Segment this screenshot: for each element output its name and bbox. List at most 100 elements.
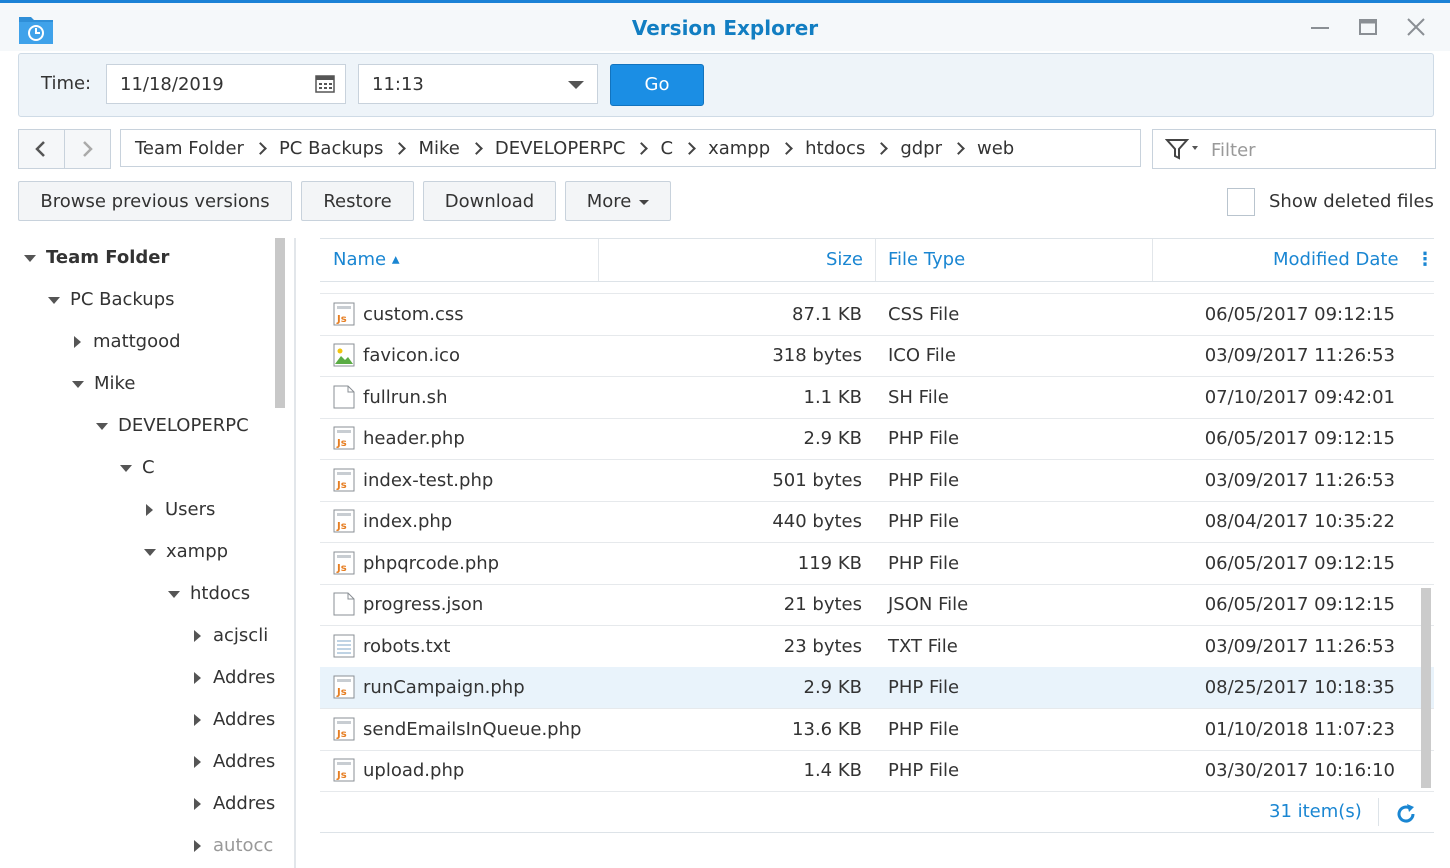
code-file-icon: Js: [333, 758, 355, 782]
collapse-caret-icon[interactable]: [146, 504, 153, 516]
column-divider[interactable]: [598, 239, 599, 281]
expand-caret-icon[interactable]: [144, 548, 156, 556]
chevron-right-icon: [952, 141, 965, 155]
tree-item-folder[interactable]: Addres: [194, 667, 275, 697]
breadcrumb-item[interactable]: htdocs: [805, 138, 865, 159]
table-row[interactable]: Js phpqrcode.php 119 KB PHP File 06/05/2…: [320, 543, 1434, 585]
expand-caret-icon[interactable]: [72, 380, 84, 388]
tree-item-folder[interactable]: autocc: [194, 835, 273, 865]
collapse-caret-icon[interactable]: [194, 756, 201, 768]
tree-scrollbar[interactable]: [275, 238, 285, 408]
file-name: header.php: [363, 428, 465, 449]
table-row[interactable]: Js upload.php 1.4 KB PHP File 03/30/2017…: [320, 750, 1434, 792]
date-picker[interactable]: 11/18/2019: [106, 64, 346, 104]
column-divider[interactable]: [875, 239, 876, 281]
minimize-icon[interactable]: [1308, 15, 1332, 39]
breadcrumb-item[interactable]: DEVELOPERPC: [495, 138, 626, 159]
tree-item-folder[interactable]: acjscli: [194, 625, 268, 655]
tree-item-c[interactable]: C: [120, 457, 155, 487]
tree-item-users[interactable]: Users: [146, 499, 215, 529]
code-file-icon: Js: [333, 509, 355, 533]
expand-caret-icon[interactable]: [48, 296, 60, 304]
time-dropdown[interactable]: 11:13: [358, 64, 598, 104]
file-size: 13.6 KB: [792, 719, 862, 740]
tree-item-label: PC Backups: [70, 289, 175, 310]
table-row[interactable]: Js sendEmailsInQueue.php 13.6 KB PHP Fil…: [320, 709, 1434, 751]
browse-previous-versions-button[interactable]: Browse previous versions: [18, 181, 292, 221]
svg-text:Js: Js: [336, 687, 347, 698]
file-size: 87.1 KB: [792, 304, 862, 325]
show-deleted-files-label[interactable]: Show deleted files: [1269, 191, 1434, 212]
date-value: 11/18/2019: [120, 74, 224, 95]
file-list-header: Name ▲ Size File Type Modified Date ⋮: [320, 238, 1434, 282]
tree-item-team-folder[interactable]: Team Folder: [24, 247, 169, 277]
code-file-icon: Js: [333, 717, 355, 741]
table-row[interactable]: favicon.ico 318 bytes ICO File 03/09/201…: [320, 335, 1434, 377]
tree-item-developerpc[interactable]: DEVELOPERPC: [96, 415, 249, 445]
table-row[interactable]: progress.json 21 bytes JSON File 06/05/2…: [320, 584, 1434, 626]
collapse-caret-icon[interactable]: [194, 840, 201, 852]
download-button[interactable]: Download: [423, 181, 556, 221]
breadcrumb-item[interactable]: C: [660, 138, 673, 159]
expand-caret-icon[interactable]: [24, 254, 36, 262]
column-divider[interactable]: [1152, 239, 1153, 281]
collapse-caret-icon[interactable]: [194, 630, 201, 642]
table-row[interactable]: Js index.php 440 bytes PHP File 08/04/20…: [320, 501, 1434, 543]
svg-text:Js: Js: [336, 563, 347, 574]
table-row-partial[interactable]: [320, 281, 1434, 294]
filter-input[interactable]: Filter: [1152, 129, 1436, 169]
table-row[interactable]: robots.txt 23 bytes TXT File 03/09/2017 …: [320, 626, 1434, 668]
expand-caret-icon[interactable]: [168, 590, 180, 598]
go-button[interactable]: Go: [610, 64, 704, 106]
show-deleted-files-checkbox[interactable]: [1227, 188, 1255, 216]
expand-caret-icon[interactable]: [120, 464, 132, 472]
back-arrow-icon[interactable]: [31, 139, 51, 159]
collapse-caret-icon[interactable]: [194, 672, 201, 684]
file-size: 501 bytes: [772, 470, 862, 491]
restore-button[interactable]: Restore: [301, 181, 414, 221]
column-header-name[interactable]: Name ▲: [333, 249, 400, 270]
tree-item-folder[interactable]: Addres: [194, 751, 275, 781]
breadcrumb-item[interactable]: gdpr: [900, 138, 942, 159]
close-icon[interactable]: [1404, 15, 1428, 39]
more-button[interactable]: More: [565, 181, 671, 221]
divider: [64, 130, 65, 168]
breadcrumb-item[interactable]: Team Folder: [135, 138, 244, 159]
divider: [1378, 798, 1379, 826]
breadcrumb-item[interactable]: PC Backups: [279, 138, 384, 159]
table-row-selected[interactable]: Js runCampaign.php 2.9 KB PHP File 08/25…: [320, 667, 1434, 709]
tree-item-folder[interactable]: Addres: [194, 709, 275, 739]
collapse-caret-icon[interactable]: [194, 798, 201, 810]
tree-item-htdocs[interactable]: htdocs: [168, 583, 250, 613]
calendar-icon[interactable]: [315, 75, 335, 93]
expand-caret-icon[interactable]: [96, 422, 108, 430]
tree-item-folder[interactable]: Addres: [194, 793, 275, 823]
pane-divider[interactable]: [294, 238, 296, 868]
column-options-icon[interactable]: ⋮: [1416, 249, 1434, 270]
column-header-modified-date[interactable]: Modified Date: [1273, 249, 1399, 270]
column-header-size[interactable]: Size: [826, 249, 863, 270]
table-row[interactable]: fullrun.sh 1.1 KB SH File 07/10/2017 09:…: [320, 377, 1434, 419]
table-row[interactable]: Js header.php 2.9 KB PHP File 06/05/2017…: [320, 418, 1434, 460]
filter-icon[interactable]: [1165, 138, 1201, 160]
chevron-down-icon: [639, 199, 650, 205]
column-header-file-type[interactable]: File Type: [888, 249, 965, 270]
refresh-icon[interactable]: [1394, 802, 1418, 826]
tree-item-mattgood[interactable]: mattgood: [74, 331, 181, 361]
table-row[interactable]: Js custom.css 87.1 KB CSS File 06/05/201…: [320, 294, 1434, 336]
file-list-scrollbar[interactable]: [1421, 588, 1431, 788]
tree-item-pc-backups[interactable]: PC Backups: [48, 289, 175, 319]
forward-arrow-icon[interactable]: [77, 139, 97, 159]
modified-date: 03/09/2017 11:26:53: [1204, 636, 1395, 657]
breadcrumb-item[interactable]: Mike: [418, 138, 459, 159]
tree-item-xampp[interactable]: xampp: [144, 541, 228, 571]
chevron-right-icon: [393, 141, 407, 155]
svg-text:Js: Js: [336, 521, 347, 532]
breadcrumb-item[interactable]: web: [977, 138, 1014, 159]
breadcrumb-item[interactable]: xampp: [708, 138, 770, 159]
collapse-caret-icon[interactable]: [194, 714, 201, 726]
collapse-caret-icon[interactable]: [74, 336, 81, 348]
tree-item-mike[interactable]: Mike: [72, 373, 135, 403]
maximize-icon[interactable]: [1356, 15, 1380, 39]
table-row[interactable]: Js index-test.php 501 bytes PHP File 03/…: [320, 460, 1434, 502]
